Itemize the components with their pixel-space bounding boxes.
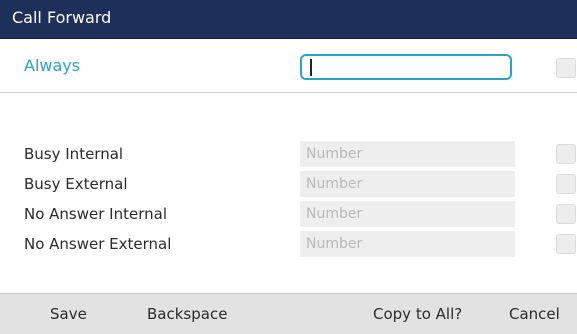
title-bar: Call Forward (0, 0, 577, 39)
backspace-softkey[interactable]: Backspace (147, 294, 227, 334)
busy-internal-number-field[interactable]: Number (300, 141, 515, 167)
busy-internal-row[interactable]: Busy Internal Number (0, 141, 577, 167)
always-number-input[interactable] (300, 54, 512, 80)
copy-to-all-softkey[interactable]: Copy to All? (373, 294, 462, 334)
no-answer-external-row[interactable]: No Answer External Number (0, 231, 577, 257)
no-answer-internal-row[interactable]: No Answer Internal Number (0, 201, 577, 227)
busy-external-label: Busy External (24, 175, 128, 193)
no-answer-external-checkbox[interactable] (556, 234, 576, 254)
no-answer-external-label: No Answer External (24, 235, 172, 253)
no-answer-external-number-field[interactable]: Number (300, 231, 515, 257)
save-softkey[interactable]: Save (50, 294, 87, 334)
always-row[interactable]: Always (0, 43, 577, 89)
no-answer-internal-label: No Answer Internal (24, 205, 167, 223)
text-cursor (310, 59, 312, 76)
busy-external-number-field[interactable]: Number (300, 171, 515, 197)
busy-internal-label: Busy Internal (24, 145, 124, 163)
busy-internal-checkbox[interactable] (556, 144, 576, 164)
always-label: Always (24, 56, 81, 75)
call-forward-screen: Call Forward Always Busy Internal Number… (0, 0, 577, 334)
busy-external-checkbox[interactable] (556, 174, 576, 194)
divider (0, 92, 577, 93)
page-title: Call Forward (12, 8, 112, 27)
busy-external-row[interactable]: Busy External Number (0, 171, 577, 197)
always-checkbox[interactable] (556, 58, 576, 78)
cancel-softkey[interactable]: Cancel (509, 294, 560, 334)
no-answer-internal-number-field[interactable]: Number (300, 201, 515, 227)
no-answer-internal-checkbox[interactable] (556, 204, 576, 224)
softkey-bar: Save Backspace Copy to All? Cancel (0, 293, 577, 334)
